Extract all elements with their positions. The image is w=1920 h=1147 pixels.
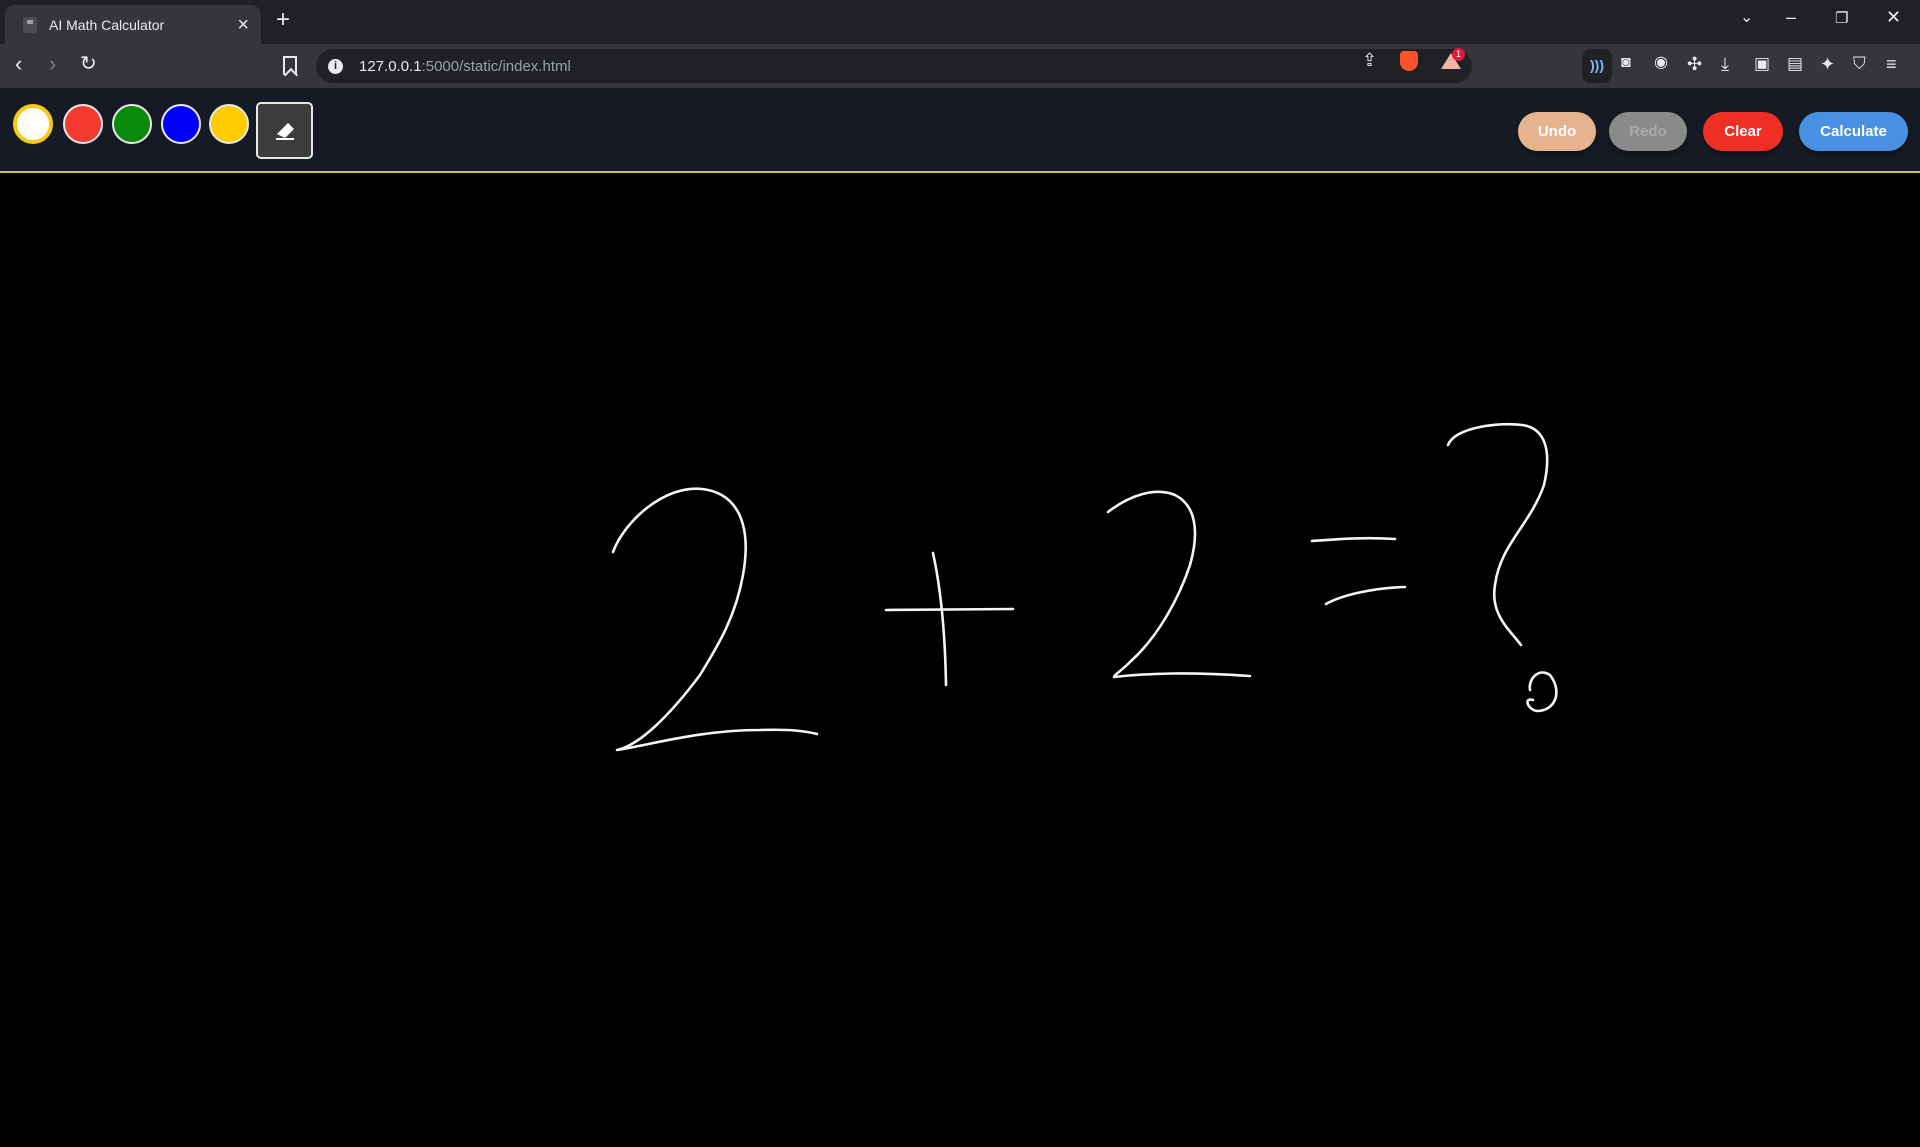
close-window-icon[interactable]: ✕ [1886, 8, 1901, 26]
eraser-icon [275, 122, 294, 140]
stroke-plus-horizontal [884, 607, 1015, 612]
close-icon[interactable]: × [237, 15, 249, 35]
stroke-plus-vertical [931, 551, 948, 687]
browser-tab[interactable]: AI Math Calculator × [5, 5, 261, 44]
chevron-down-icon[interactable]: ⌄ [1740, 10, 1753, 26]
color-swatch-yellow[interactable] [209, 104, 249, 144]
tab-favicon-icon [23, 16, 37, 33]
wallet-icon[interactable]: ▤ [1787, 55, 1803, 72]
address-bar[interactable]: i 127.0.0.1:5000/static/index.html [316, 49, 1472, 83]
stroke-equals-bottom [1324, 585, 1407, 606]
plus-icon[interactable]: + [276, 8, 290, 32]
shield-icon[interactable]: ⛉ [1853, 55, 1866, 72]
rewards-badge: 1 [1452, 48, 1465, 61]
restore-icon[interactable]: ❐ [1835, 11, 1848, 26]
url-host: 127.0.0.1 [359, 57, 422, 75]
stroke-digit-2-second [1106, 490, 1252, 679]
url-path: :5000/static/index.html [421, 57, 571, 75]
eraser-button[interactable] [256, 102, 313, 159]
stroke-question-dot [1526, 671, 1558, 713]
color-swatch-red[interactable] [63, 104, 103, 144]
drawing-canvas[interactable] [0, 175, 1920, 1147]
clear-button[interactable]: Clear [1703, 112, 1783, 151]
broadcast-icon[interactable]: ))) [1590, 57, 1604, 73]
bookmark-icon[interactable] [283, 56, 297, 75]
handwritten-expression [611, 422, 1558, 752]
minimize-icon[interactable]: – [1786, 8, 1796, 26]
forward-arrow-icon[interactable]: › [49, 53, 56, 75]
reload-icon[interactable]: ↻ [80, 54, 97, 74]
extension-slot[interactable]: ))) [1582, 49, 1612, 83]
calculate-button[interactable]: Calculate [1799, 112, 1908, 151]
mask-icon[interactable]: ◉ [1654, 55, 1668, 71]
stroke-digit-2-first [611, 487, 819, 752]
info-icon[interactable]: i [328, 58, 343, 74]
tab-title: AI Math Calculator [49, 16, 165, 33]
undo-button[interactable]: Undo [1518, 112, 1596, 151]
redo-button[interactable]: Redo [1609, 112, 1687, 151]
app-toolbar: Undo Redo Clear Calculate [0, 88, 1920, 173]
browser-tab-strip: AI Math Calculator × + ⌄ – ❐ ✕ [0, 0, 1920, 44]
sparkle-icon[interactable]: ✦ [1820, 55, 1835, 73]
puzzle-icon[interactable]: ✣ [1687, 55, 1702, 73]
stroke-question-mark [1446, 422, 1549, 647]
stroke-equals-top [1310, 536, 1397, 543]
share-icon[interactable]: ⇪ [1362, 51, 1377, 69]
back-arrow-icon[interactable]: ‹ [15, 53, 22, 75]
camera-icon[interactable]: ◙ [1621, 55, 1631, 71]
download-icon[interactable]: ⤓ [1721, 55, 1729, 73]
color-swatch-green[interactable] [112, 104, 152, 144]
brave-lion-icon[interactable] [1400, 51, 1418, 71]
browser-toolbar: ‹ › ↻ i 127.0.0.1:5000/static/index.html… [0, 44, 1920, 88]
hamburger-menu-icon[interactable]: ≡ [1886, 55, 1897, 73]
color-swatch-blue[interactable] [161, 104, 201, 144]
sidebar-icon[interactable]: ▣ [1754, 55, 1770, 72]
color-swatch-white[interactable] [13, 104, 53, 144]
